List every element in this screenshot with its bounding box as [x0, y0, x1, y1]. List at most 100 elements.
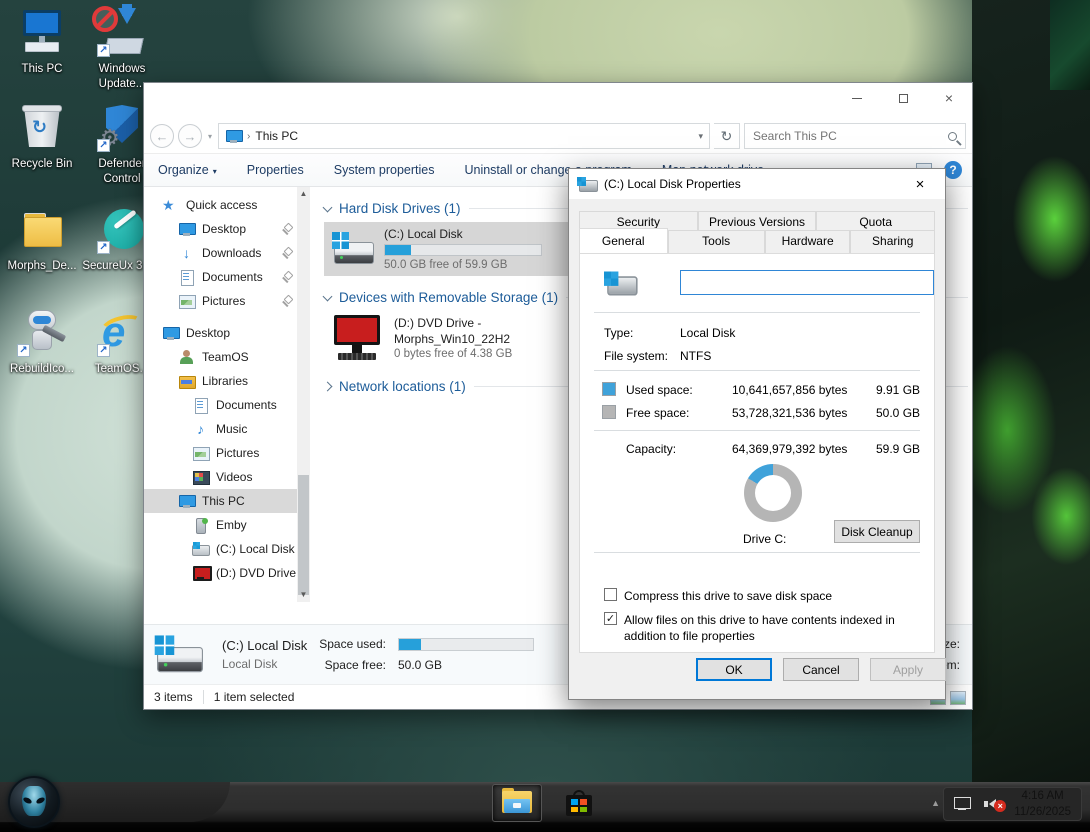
tab-general[interactable]: General: [579, 228, 668, 253]
taskbar-clock[interactable]: 4:16 AM 11/26/2025: [1014, 788, 1071, 820]
refresh-button[interactable]: ↻: [714, 123, 740, 149]
capacity-bytes: 64,369,979,392 bytes: [732, 442, 847, 456]
robot-icon: ↗: [16, 308, 68, 358]
clock-time: 4:16 AM: [1014, 788, 1071, 804]
sidebar-item-pictures-lib[interactable]: Pictures: [144, 441, 297, 465]
picture-icon: [192, 446, 209, 461]
scroll-down-icon[interactable]: ▼: [297, 588, 310, 602]
sidebar-item-downloads[interactable]: ↓Downloads: [144, 241, 297, 265]
space-used-label: Space used:: [319, 634, 386, 654]
help-icon[interactable]: ?: [944, 161, 962, 179]
sidebar-item-libraries[interactable]: Libraries: [144, 369, 297, 393]
video-icon: [192, 470, 209, 485]
free-space-text: 50.0 GB free of 59.9 GB: [384, 259, 542, 271]
cancel-button[interactable]: Cancel: [783, 658, 859, 681]
breadcrumb[interactable]: This PC: [255, 129, 298, 143]
desktop-icon-rebuildico[interactable]: ↗ RebuildIco...: [0, 308, 84, 377]
properties-button[interactable]: Properties: [247, 163, 304, 177]
hard-disk-icon: [192, 542, 209, 557]
back-button[interactable]: ←: [150, 124, 174, 148]
sidebar-item-c-drive[interactable]: (C:) Local Disk: [144, 537, 297, 561]
free-space-text: 0 bytes free of 4.38 GB: [394, 347, 512, 363]
forward-button[interactable]: →: [178, 124, 202, 148]
sidebar-item-pictures[interactable]: Pictures: [144, 289, 297, 313]
sidebar-item-dvd-drive[interactable]: (D:) DVD Drive -: [144, 561, 297, 585]
desktop-icon-label: This PC: [0, 62, 84, 77]
sidebar-item-this-pc[interactable]: This PC: [144, 489, 297, 513]
show-hidden-icons-button[interactable]: ▲: [931, 798, 940, 808]
document-icon: [178, 270, 195, 285]
used-space-bytes: 10,641,657,856 bytes: [732, 383, 847, 397]
space-free-value: 50.0 GB: [398, 655, 534, 675]
dialog-titlebar[interactable]: (C:) Local Disk Properties ×: [569, 169, 945, 199]
drive-label-input[interactable]: [680, 270, 934, 295]
system-tray: × 4:16 AM 11/26/2025: [943, 787, 1082, 821]
address-dropdown-icon[interactable]: ▾: [698, 131, 703, 142]
maximize-button[interactable]: [880, 83, 926, 113]
navigation-bar: ← → ▾ › This PC ▾ ↻: [144, 119, 972, 153]
volume-muted-icon[interactable]: ×: [984, 796, 1004, 812]
drive-c-tile[interactable]: (C:) Local Disk 50.0 GB free of 59.9 GB: [324, 222, 580, 276]
drive-name: (D:) DVD Drive -: [394, 315, 512, 331]
dialog-close-button[interactable]: ×: [903, 176, 937, 193]
tab-hardware[interactable]: Hardware: [765, 230, 851, 255]
system-properties-button[interactable]: System properties: [334, 163, 435, 177]
apply-button[interactable]: Apply: [870, 658, 946, 681]
tab-previous-versions[interactable]: Previous Versions: [698, 211, 817, 232]
compress-checkbox[interactable]: [604, 588, 617, 601]
network-icon[interactable]: [954, 797, 974, 812]
sidebar-item-teamos-user[interactable]: TeamOS: [144, 345, 297, 369]
search-box[interactable]: [744, 123, 966, 149]
hard-disk-icon: [332, 232, 376, 266]
taskbar-store-button[interactable]: [554, 784, 604, 822]
desktop-icon-windows-update[interactable]: ↗ Windows Update...: [80, 8, 164, 92]
sidebar-scrollbar[interactable]: ▲ ▼: [297, 187, 310, 602]
scroll-up-icon[interactable]: ▲: [297, 187, 310, 201]
chevron-down-icon[interactable]: [323, 202, 333, 212]
start-button[interactable]: [8, 776, 60, 828]
tab-tools[interactable]: Tools: [668, 230, 765, 255]
sidebar-item-music[interactable]: ♪Music: [144, 417, 297, 441]
drive-letter-label: Drive C:: [743, 532, 786, 546]
disk-properties-dialog: (C:) Local Disk Properties × Security Pr…: [568, 168, 946, 700]
alienware-start-icon: [22, 786, 46, 816]
disk-cleanup-button[interactable]: Disk Cleanup: [834, 520, 920, 543]
address-bar[interactable]: › This PC ▾: [218, 123, 710, 149]
sidebar-item-documents[interactable]: Documents: [144, 265, 297, 289]
sidebar-item-desktop-root[interactable]: Desktop: [144, 321, 297, 345]
sidebar-item-desktop-pinned[interactable]: Desktop: [144, 217, 297, 241]
wallpaper-right-art: [972, 0, 1090, 782]
recent-locations-dropdown[interactable]: ▾: [208, 132, 212, 141]
hard-disk-icon: [577, 177, 597, 192]
defender-control-icon: ⚙↗: [96, 103, 148, 153]
tab-sharing[interactable]: Sharing: [850, 230, 935, 255]
desktop-icon-this-pc[interactable]: This PC: [0, 8, 84, 77]
desktop-icon-morphs-folder[interactable]: Morphs_De...: [0, 205, 84, 274]
used-space-label: Used space:: [626, 383, 693, 397]
chevron-right-icon[interactable]: [323, 381, 333, 391]
index-checkbox[interactable]: ✓: [604, 612, 617, 625]
organize-menu[interactable]: Organize▾: [158, 163, 217, 177]
sidebar-item-quick-access[interactable]: ★Quick access: [144, 193, 297, 217]
search-input[interactable]: [753, 129, 948, 143]
large-icons-view-toggle-icon[interactable]: [950, 691, 966, 705]
compress-checkbox-label[interactable]: Compress this drive to save disk space: [624, 588, 918, 604]
scrollbar-thumb[interactable]: [298, 475, 309, 595]
minimize-button[interactable]: [834, 83, 880, 113]
pin-icon: [282, 296, 293, 307]
index-checkbox-label[interactable]: Allow files on this drive to have conten…: [624, 612, 918, 644]
titlebar[interactable]: ×: [144, 83, 972, 119]
tab-quota[interactable]: Quota: [816, 211, 935, 232]
pin-icon: [282, 272, 293, 283]
folder-icon: [16, 205, 68, 255]
monitor-icon: [162, 326, 179, 341]
sidebar-item-videos[interactable]: Videos: [144, 465, 297, 489]
sidebar-item-documents-lib[interactable]: Documents: [144, 393, 297, 417]
close-button[interactable]: ×: [926, 83, 972, 113]
ok-button[interactable]: OK: [696, 658, 772, 681]
desktop-icon-recycle-bin[interactable]: ↻ Recycle Bin: [0, 103, 84, 172]
taskbar-file-explorer-button[interactable]: [492, 784, 542, 822]
chevron-down-icon[interactable]: [323, 291, 333, 301]
sidebar-item-emby[interactable]: Emby: [144, 513, 297, 537]
dvd-drive-icon: [332, 315, 384, 361]
